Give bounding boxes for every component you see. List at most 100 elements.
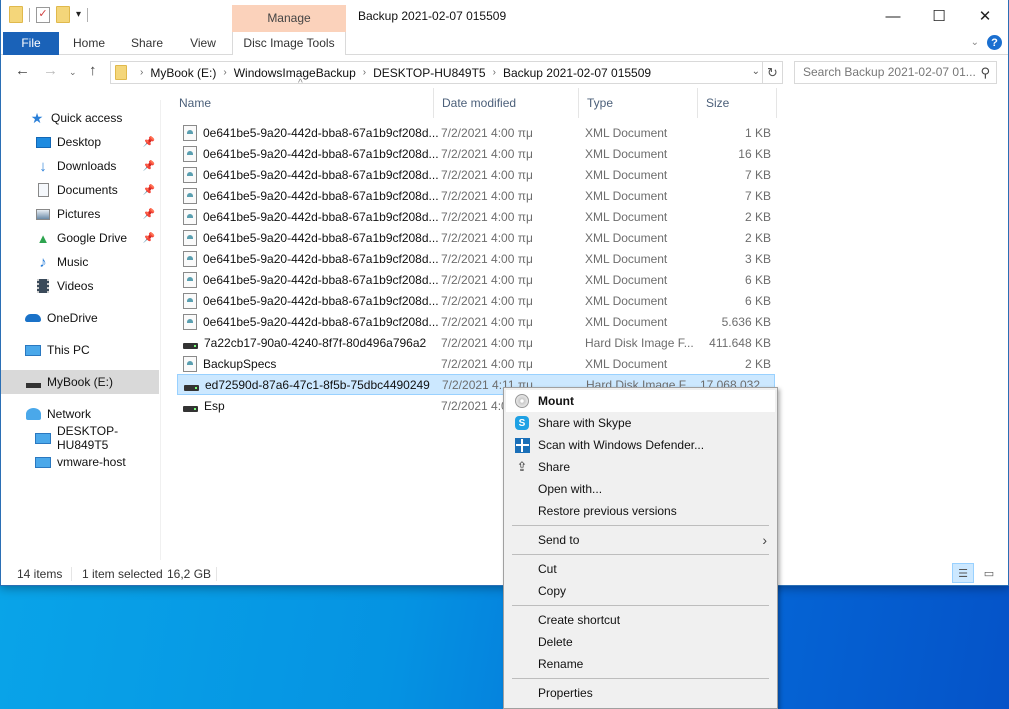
breadcrumb-separator-icon[interactable]: › [140,67,143,78]
sidebar-item-music[interactable]: ♪ Music [1,250,159,274]
menu-item-restore-previous-versions[interactable]: Restore previous versions [506,500,775,522]
menu-item-share[interactable]: ⇪ Share [506,456,775,478]
menu-item-share-with-skype[interactable]: S Share with Skype [506,412,775,434]
sidebar-item-label: Music [57,255,89,269]
tab-view[interactable]: View [179,32,227,55]
sidebar-item-documents[interactable]: Documents 📌 [1,178,159,202]
address-bar[interactable]: › MyBook (E:) › WindowsImageBackup › DES… [110,61,783,84]
documents-icon [35,182,51,198]
menu-item-properties[interactable]: Properties [506,682,775,704]
breadcrumb-item[interactable]: Backup 2021-02-07 015509 [503,66,651,80]
pin-icon[interactable]: 📌 [143,137,155,148]
disc-icon [514,393,530,409]
breadcrumb-item[interactable]: MyBook (E:) [150,66,216,80]
xml-document-icon [183,292,197,309]
folder-icon[interactable] [9,6,23,23]
large-icons-view-icon[interactable]: ▭ [978,563,1000,583]
tab-share[interactable]: Share [121,32,173,55]
breadcrumb-item[interactable]: WindowsImageBackup [234,66,356,80]
folder-icon [115,65,127,80]
menu-item-send-to[interactable]: Send to › [506,529,775,551]
sidebar-item-quick-access[interactable]: ★ Quick access [1,106,159,130]
sidebar-item-pictures[interactable]: Pictures 📌 [1,202,159,226]
file-name: 7a22cb17-90a0-4240-8f7f-80d496a796a2 [183,336,438,350]
disk-image-icon [183,405,198,412]
column-date-modified[interactable]: Date modified [434,88,579,118]
sidebar-item-vmware-host[interactable]: vmware-host [1,450,159,474]
minimize-button[interactable]: — [870,0,916,32]
file-date: 7/2/2021 4:00 πμ [441,125,533,140]
menu-item-rename[interactable]: Rename [506,653,775,675]
file-row[interactable]: 7a22cb17-90a0-4240-8f7f-80d496a796a2 7/2/… [177,332,775,353]
pin-icon[interactable]: 📌 [143,209,155,220]
help-icon[interactable]: ? [987,35,1002,50]
menu-item-mount[interactable]: Mount [506,390,775,412]
close-button[interactable]: ✕ [962,0,1008,32]
file-row[interactable]: 0e641be5-9a20-442d-bba8-67a1b9cf208d... 7… [177,227,775,248]
sidebar-item-google-drive[interactable]: ▲ Google Drive 📌 [1,226,159,250]
up-arrow-icon[interactable]: ↑ [89,62,97,79]
network-icon [25,406,41,422]
address-dropdown-icon[interactable]: ⌄ [752,66,760,77]
file-row[interactable]: 0e641be5-9a20-442d-bba8-67a1b9cf208d... 7… [177,311,775,332]
menu-item-open-with[interactable]: Open with... [506,478,775,500]
toolbar-divider [29,7,30,22]
tab-home[interactable]: Home [63,32,115,55]
sidebar-item-network[interactable]: Network [1,402,159,426]
file-row[interactable]: 0e641be5-9a20-442d-bba8-67a1b9cf208d... 7… [177,248,775,269]
menu-item-cut[interactable]: Cut [506,558,775,580]
tab-file[interactable]: File [3,32,59,55]
file-row[interactable]: 0e641be5-9a20-442d-bba8-67a1b9cf208d... 7… [177,206,775,227]
maximize-button[interactable]: ☐ [916,0,962,32]
properties-icon[interactable]: ✓ [36,6,50,23]
sidebar-item-downloads[interactable]: ↓ Downloads 📌 [1,154,159,178]
pin-icon[interactable]: 📌 [143,161,155,172]
back-arrow-icon[interactable]: ← [15,62,30,79]
pin-icon[interactable]: 📌 [143,185,155,196]
xml-document-icon [183,124,197,141]
column-type[interactable]: Type [579,88,698,118]
sidebar-item-desktop[interactable]: Desktop 📌 [1,130,159,154]
menu-item-create-shortcut[interactable]: Create shortcut [506,609,775,631]
breadcrumb-item[interactable]: DESKTOP-HU849T5 [373,66,485,80]
column-size[interactable]: Size [698,88,777,118]
customize-toolbar-icon[interactable]: ▾ [76,9,81,20]
desktop-icon [35,134,51,150]
sidebar-item-desktop-hu849t5[interactable]: DESKTOP-HU849T5 [1,424,159,452]
file-row[interactable]: BackupSpecs 7/2/2021 4:00 πμ XML Document 2… [177,353,775,374]
menu-item-delete[interactable]: Delete [506,631,775,653]
refresh-icon[interactable]: ↻ [762,62,782,83]
sidebar-item-mybook[interactable]: MyBook (E:) [1,370,159,394]
file-name-text: 0e641be5-9a20-442d-bba8-67a1b9cf208d... [203,272,438,287]
xml-document-icon [183,250,197,267]
sidebar-item-this-pc[interactable]: This PC [1,338,159,362]
search-icon[interactable]: ⚲ [980,62,990,83]
xml-document-icon [183,229,197,246]
menu-item-copy[interactable]: Copy [506,580,775,602]
file-row[interactable]: 0e641be5-9a20-442d-bba8-67a1b9cf208d... 7… [177,290,775,311]
sidebar-item-videos[interactable]: Videos [1,274,159,298]
breadcrumb-separator-icon[interactable]: › [493,67,496,78]
menu-separator [512,554,769,555]
new-folder-icon[interactable] [56,6,70,23]
tab-disc-image-tools[interactable]: Disc Image Tools [232,32,346,55]
column-name[interactable]: Name [171,88,434,118]
sidebar-item-onedrive[interactable]: OneDrive [1,306,159,330]
pin-icon[interactable]: 📌 [143,233,155,244]
search-input[interactable]: Search Backup 2021-02-07 01... ⚲ [794,61,997,84]
file-row[interactable]: 0e641be5-9a20-442d-bba8-67a1b9cf208d... 7… [177,122,775,143]
details-view-icon[interactable]: ☰ [952,563,974,583]
file-row[interactable]: 0e641be5-9a20-442d-bba8-67a1b9cf208d... 7… [177,269,775,290]
breadcrumb-separator-icon[interactable]: › [223,67,226,78]
menu-item-scan-defender[interactable]: Scan with Windows Defender... [506,434,775,456]
xml-document-icon [183,271,197,288]
manage-tab-group[interactable]: Manage [232,5,346,32]
file-row[interactable]: 0e641be5-9a20-442d-bba8-67a1b9cf208d... 7… [177,143,775,164]
breadcrumb-separator-icon[interactable]: › [363,67,366,78]
recent-locations-chevron-icon[interactable]: ⌄ [69,67,77,78]
file-row[interactable]: 0e641be5-9a20-442d-bba8-67a1b9cf208d... 7… [177,164,775,185]
file-row[interactable]: 0e641be5-9a20-442d-bba8-67a1b9cf208d... 7… [177,185,775,206]
chevron-down-icon[interactable]: ⌄ [971,37,979,48]
forward-arrow-icon[interactable]: → [43,62,58,79]
file-type: XML Document [585,251,668,266]
